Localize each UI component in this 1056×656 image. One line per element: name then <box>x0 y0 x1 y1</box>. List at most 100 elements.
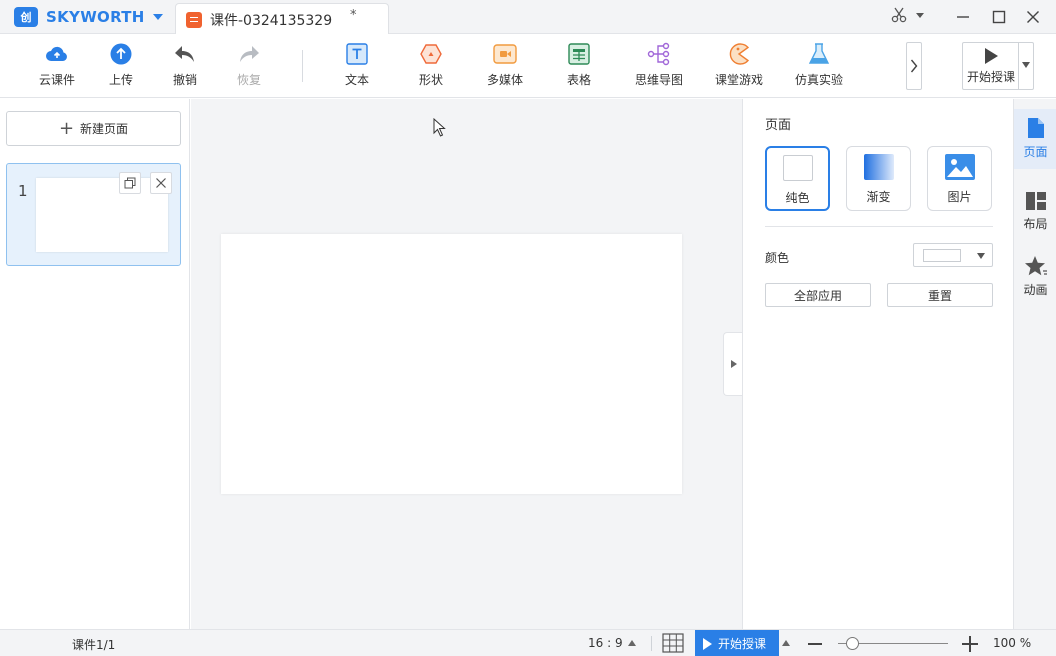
classroom-game-button[interactable]: 课堂游戏 <box>709 42 769 92</box>
redo-label: 恢复 <box>236 73 261 87</box>
color-picker-dropdown[interactable] <box>913 243 993 267</box>
document-tab-title: 课件-0324135329 <box>210 12 333 29</box>
document-tab[interactable]: 课件-0324135329 * <box>175 3 389 35</box>
image-label: 图片 <box>947 190 972 204</box>
maximize-button[interactable] <box>988 6 1010 28</box>
minimize-button[interactable] <box>952 6 974 28</box>
chevron-down-icon <box>977 253 985 259</box>
redo-button[interactable]: 恢复 <box>219 42 279 92</box>
collapse-panel-button[interactable] <box>723 332 743 396</box>
zoom-level: 100 % <box>993 636 1032 650</box>
media-tool-label: 多媒体 <box>486 73 523 87</box>
gradient-label: 渐变 <box>866 190 891 204</box>
shape-icon <box>420 44 442 64</box>
cloud-icon <box>46 46 67 61</box>
close-icon <box>1027 11 1039 23</box>
pacman-game-icon <box>729 43 750 65</box>
tab-layout[interactable]: 布局 <box>1014 183 1056 243</box>
simulation-lab-button[interactable]: 仿真实验 <box>789 42 849 92</box>
property-side-tabs: 页面 布局 动画 <box>1013 99 1056 629</box>
chevron-up-icon[interactable] <box>782 640 790 646</box>
divider <box>651 636 652 651</box>
close-icon <box>156 178 166 188</box>
background-solid-option[interactable]: 纯色 <box>765 146 830 211</box>
page-icon <box>1027 118 1044 138</box>
brand-name: SKYWORTH <box>46 8 145 26</box>
new-page-button[interactable]: + 新建页面 <box>6 111 181 146</box>
properties-title: 页面 <box>765 118 792 133</box>
toolbar-more-button[interactable] <box>906 42 922 90</box>
text-icon <box>346 43 368 65</box>
table-tool-button[interactable]: 表格 <box>549 42 609 92</box>
undo-icon <box>175 46 194 62</box>
color-label: 颜色 <box>765 251 790 265</box>
title-bar: 创 SKYWORTH 课件-0324135329 * <box>0 0 1056 35</box>
scissors-icon <box>891 7 907 23</box>
close-button[interactable] <box>1022 6 1044 28</box>
current-color-swatch <box>923 249 961 262</box>
start-teaching-dropdown-icon[interactable] <box>1022 62 1030 68</box>
thumbnail-preview <box>36 178 168 252</box>
mindmap-icon <box>647 42 670 66</box>
start-teaching-button[interactable]: 开始授课 <box>963 43 1019 89</box>
split-divider <box>1018 43 1019 89</box>
slide-editor-canvas[interactable] <box>191 99 743 629</box>
tab-animation[interactable]: 动画 <box>1014 247 1056 307</box>
divider <box>765 226 993 227</box>
minimize-icon <box>957 16 969 18</box>
table-tool-label: 表格 <box>566 73 591 87</box>
cloud-courseware-button[interactable]: 云课件 <box>27 42 87 92</box>
delete-page-button[interactable] <box>150 172 172 194</box>
start-teaching-label: 开始授课 <box>966 70 1015 84</box>
page-thumbnail[interactable]: 1 <box>6 163 181 266</box>
tab-page-label: 页面 <box>1023 145 1048 159</box>
chevron-up-icon[interactable] <box>628 640 636 646</box>
status-bar: 课件1/1 16 : 9 开始授课 100 % <box>0 629 1056 656</box>
layout-icon <box>1025 192 1046 210</box>
grid-icon[interactable] <box>662 633 684 653</box>
image-icon <box>944 154 975 180</box>
shape-tool-label: 形状 <box>418 73 443 87</box>
reset-button[interactable]: 重置 <box>887 283 993 307</box>
document-icon <box>186 11 202 28</box>
upload-icon <box>110 43 132 65</box>
tab-page[interactable]: 页面 <box>1014 109 1056 169</box>
slide-page[interactable] <box>221 234 682 494</box>
triangle-right-icon <box>730 360 737 368</box>
zoom-in-button[interactable] <box>962 636 978 652</box>
classroom-game-label: 课堂游戏 <box>714 73 763 87</box>
flask-icon <box>808 43 830 64</box>
chevron-right-icon <box>910 59 918 73</box>
solid-label: 纯色 <box>785 191 810 205</box>
start-teaching-status-label: 开始授课 <box>718 637 767 651</box>
brand-menu[interactable]: 创 SKYWORTH <box>14 6 163 28</box>
apply-all-button[interactable]: 全部应用 <box>765 283 871 307</box>
zoom-slider-handle[interactable] <box>846 637 859 650</box>
duplicate-page-button[interactable] <box>119 172 141 194</box>
page-number: 1 <box>18 182 28 200</box>
mindmap-tool-button[interactable]: 思维导图 <box>629 42 689 92</box>
upload-button[interactable]: 上传 <box>91 42 151 92</box>
start-teaching-status-button[interactable]: 开始授课 <box>695 630 779 656</box>
zoom-out-button[interactable] <box>808 643 822 645</box>
toolbar-divider <box>302 50 303 82</box>
simulation-lab-label: 仿真实验 <box>794 73 843 87</box>
media-icon <box>493 44 517 64</box>
media-tool-button[interactable]: 多媒体 <box>475 42 535 92</box>
undo-button[interactable]: 撤销 <box>155 42 215 92</box>
maximize-icon <box>992 10 1006 24</box>
shape-tool-button[interactable]: 形状 <box>401 42 461 92</box>
text-tool-button[interactable]: 文本 <box>327 42 387 92</box>
new-page-label: 新建页面 <box>80 122 129 136</box>
screenshot-tool-button[interactable] <box>890 6 924 24</box>
star-animation-icon <box>1024 256 1047 276</box>
tab-layout-label: 布局 <box>1023 217 1048 231</box>
aspect-ratio-selector[interactable]: 16 : 9 <box>588 636 623 650</box>
plus-icon: + <box>58 117 75 139</box>
page-properties-panel: 页面 纯色 渐变 图片 颜色 全部应用 重置 <box>742 99 1013 629</box>
copy-icon <box>124 177 136 189</box>
play-icon <box>985 48 998 64</box>
background-gradient-option[interactable]: 渐变 <box>846 146 911 211</box>
background-image-option[interactable]: 图片 <box>927 146 992 211</box>
redo-icon <box>240 46 259 62</box>
